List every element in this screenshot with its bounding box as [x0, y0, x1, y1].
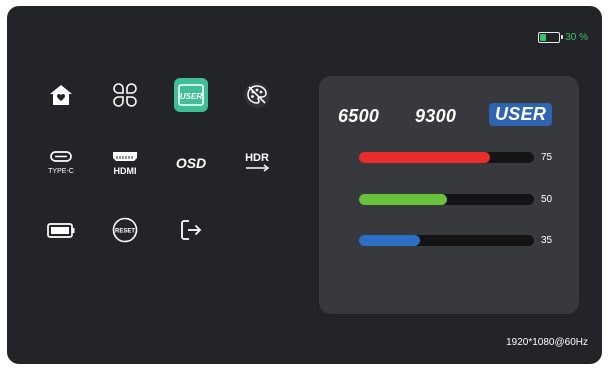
hdmi-label: HDMI — [114, 166, 137, 176]
menu-color-temperature[interactable]: USER — [174, 78, 208, 112]
menu-home[interactable] — [44, 78, 78, 112]
osd-menu-window: 30 % USER TYPE-C HDMI OSD HDR RESET 6500… — [7, 6, 602, 364]
type-c-icon: TYPE-C — [48, 151, 74, 175]
menu-exit[interactable] — [174, 213, 208, 247]
menu-type-c[interactable]: TYPE-C — [44, 146, 78, 180]
green-slider-fill — [359, 194, 447, 205]
menu-hdmi[interactable]: HDMI — [108, 146, 142, 180]
home-icon — [50, 85, 72, 105]
blue-slider-fill — [359, 235, 421, 246]
color-temp-6500[interactable]: 6500 — [338, 106, 379, 127]
user-mode-icon: USER — [178, 84, 204, 106]
palette-icon — [244, 82, 270, 108]
battery-icon — [538, 32, 564, 43]
menu-hdr[interactable]: HDR — [240, 146, 274, 180]
reset-icon: RESET — [112, 217, 138, 243]
blue-value: 35 — [541, 235, 553, 246]
user-mode-icon-label: USER — [180, 92, 202, 101]
battery-percent: 30 % — [565, 32, 588, 43]
color-temperature-panel: 6500 9300 USER 75 50 35 — [319, 76, 579, 314]
menu-battery[interactable] — [44, 213, 78, 247]
red-value: 75 — [541, 152, 553, 163]
battery-status: 30 % — [538, 32, 588, 43]
green-value: 50 — [541, 194, 553, 205]
reset-label: RESET — [115, 229, 135, 235]
battery-setting-icon — [47, 223, 75, 238]
color-temp-9300[interactable]: 9300 — [415, 106, 456, 127]
hdmi-icon: HDMI — [113, 152, 137, 176]
menu-reset[interactable]: RESET — [108, 213, 142, 247]
type-c-label: TYPE-C — [48, 168, 74, 175]
menu-color-settings[interactable] — [240, 78, 274, 112]
battery-level-fill — [540, 34, 547, 41]
hdr-label: HDR — [245, 152, 269, 164]
blue-slider[interactable] — [359, 235, 534, 246]
menu-picture-mode[interactable] — [108, 78, 142, 112]
red-slider[interactable] — [359, 152, 534, 163]
clover-icon — [113, 83, 137, 107]
osd-icon: OSD — [175, 155, 207, 171]
green-slider[interactable] — [359, 194, 534, 205]
hdr-icon: HDR — [245, 152, 270, 172]
exit-icon — [181, 220, 202, 240]
resolution-info: 1920*1080@60Hz — [506, 337, 588, 348]
menu-osd[interactable]: OSD — [174, 146, 208, 180]
red-slider-fill — [359, 152, 491, 163]
color-temp-user[interactable]: USER — [489, 103, 553, 126]
